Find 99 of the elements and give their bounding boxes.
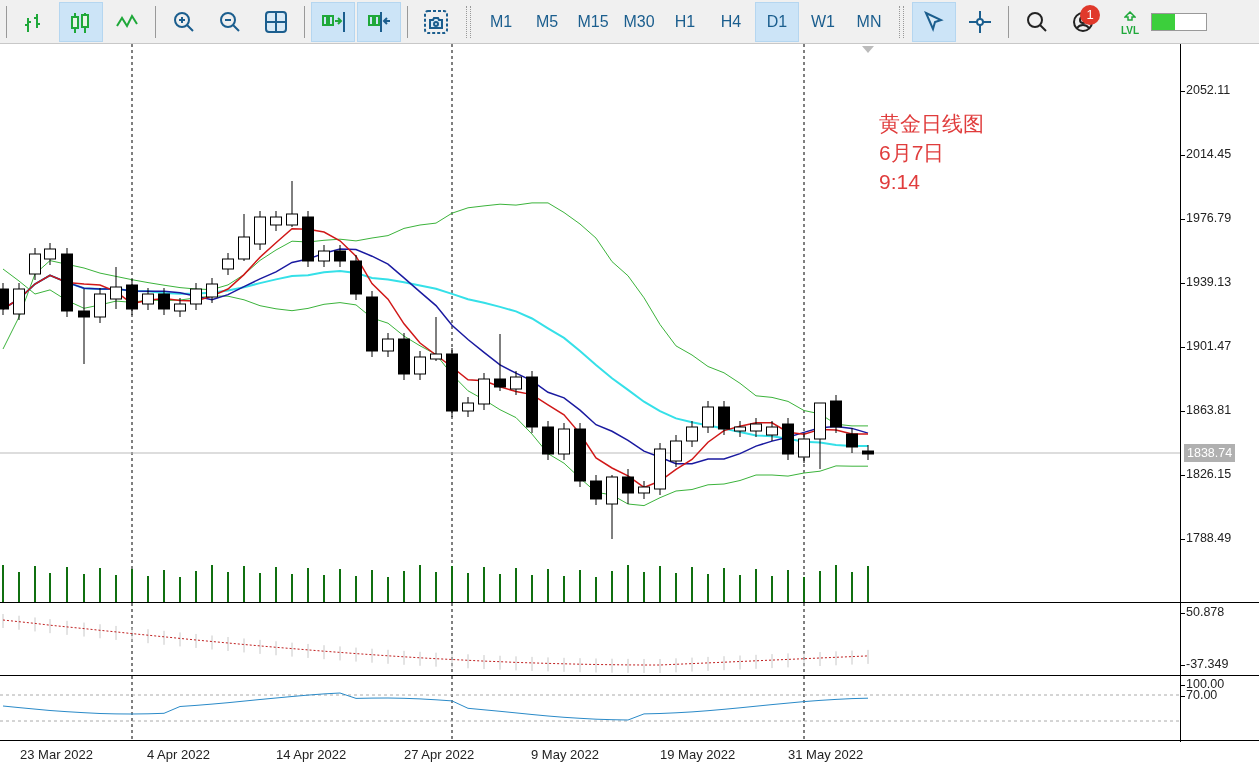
candlestick	[542, 420, 554, 461]
candlestick	[414, 350, 426, 381]
date-label: 27 Apr 2022	[404, 747, 475, 762]
candlestick	[44, 242, 56, 266]
timeframe-button[interactable]: M1	[479, 1, 523, 42]
axis-label: 1976.79	[1186, 211, 1232, 225]
axis-label: 1788.49	[1186, 531, 1232, 545]
timeframe-button[interactable]: MN	[847, 1, 891, 42]
axis-label: 50.878	[1186, 605, 1225, 619]
autoscroll-icon	[321, 9, 345, 34]
timeframe-button[interactable]: D1	[755, 1, 799, 42]
timeframe-button[interactable]: H4	[709, 1, 753, 42]
candlestick	[494, 333, 506, 392]
candlestick	[254, 210, 266, 251]
timeframe-button[interactable]: W1	[801, 1, 845, 42]
candlestick	[670, 434, 682, 468]
candlestick	[702, 400, 714, 434]
candlestick	[558, 422, 570, 461]
candlestick	[94, 287, 106, 324]
level-label: LVL	[1121, 25, 1140, 36]
candlestick	[462, 396, 474, 418]
grid-icon	[264, 9, 288, 34]
timeframe-button[interactable]: H1	[663, 1, 707, 42]
candlestick	[174, 297, 186, 318]
candlestick	[830, 394, 842, 434]
candlestick	[574, 422, 586, 488]
axis-label: 1901.47	[1186, 339, 1232, 353]
candlestick	[814, 402, 826, 470]
chart-annotation: 黄金日线图 6月7日 9:14	[879, 111, 984, 195]
axis-label: 2052.11	[1186, 83, 1231, 97]
candlestick	[510, 370, 522, 396]
candlestick	[222, 252, 234, 276]
date-label: 4 Apr 2022	[147, 747, 210, 762]
date-label: 23 Mar 2022	[20, 747, 93, 762]
candlestick	[350, 254, 362, 301]
axis-label: 1939.13	[1186, 275, 1232, 289]
zoom-out-icon	[218, 9, 242, 34]
candlestick	[13, 282, 25, 321]
axis-label: 70.00	[1186, 688, 1218, 702]
candlestick-button[interactable]	[59, 1, 103, 42]
axis-label: 100.00	[1186, 677, 1225, 691]
notification-badge: 1	[1080, 4, 1100, 25]
autoscroll-button[interactable]	[311, 1, 355, 42]
candlestick	[190, 282, 202, 311]
date-label: 19 May 2022	[660, 747, 736, 762]
cursor-button[interactable]	[912, 1, 956, 42]
cursor-icon	[922, 9, 946, 34]
candlestick	[158, 287, 170, 316]
candlestick	[302, 210, 314, 268]
date-label: 9 May 2022	[531, 747, 599, 762]
date-label: 31 May 2022	[788, 747, 864, 762]
candlestick	[718, 400, 730, 436]
timeframe-button[interactable]: M15	[571, 1, 615, 42]
camera-icon	[424, 9, 448, 34]
search-icon	[1025, 9, 1049, 34]
candlestick	[478, 372, 490, 411]
candlestick	[206, 277, 218, 304]
candlestick	[766, 420, 778, 442]
chart-shift-icon	[367, 9, 391, 34]
chart-shift-button[interactable]	[357, 1, 401, 42]
crosshair-icon	[968, 9, 992, 34]
candlestick	[862, 444, 874, 461]
candlestick	[782, 417, 794, 461]
zoom-in-icon	[172, 9, 196, 34]
candlestick	[366, 290, 378, 358]
candlestick	[0, 282, 9, 316]
date-label: 14 Apr 2022	[276, 747, 347, 762]
candlestick	[590, 474, 602, 506]
candlestick	[606, 474, 618, 540]
candlestick	[846, 427, 858, 454]
candlestick	[638, 480, 650, 500]
timeframe-button[interactable]: M30	[617, 1, 661, 42]
candlestick	[382, 332, 394, 358]
candlestick	[270, 210, 282, 232]
shift-marker-icon[interactable]	[862, 46, 874, 53]
candlestick	[654, 442, 666, 496]
axis-label: 1826.15	[1186, 467, 1232, 481]
level-meter	[1151, 12, 1208, 31]
axis-label: 2014.45	[1186, 147, 1232, 161]
candlestick	[286, 180, 298, 228]
candlestick	[29, 247, 41, 281]
candlestick	[318, 244, 330, 268]
timeframe-button[interactable]: M5	[525, 1, 569, 42]
candlestick	[430, 316, 442, 362]
candlestick	[110, 266, 122, 310]
candlestick	[238, 213, 250, 262]
axis-label: -37.349	[1186, 657, 1229, 671]
candlestick	[750, 417, 762, 438]
candlestick	[61, 247, 73, 318]
candlestick	[734, 420, 746, 438]
candlestick	[334, 244, 346, 268]
candlestick	[622, 468, 634, 505]
axis-label: 1863.81	[1186, 403, 1232, 417]
candlestick	[686, 420, 698, 448]
account-button[interactable]: 1	[1061, 1, 1105, 42]
current-price-label: 1838.74	[1184, 444, 1236, 462]
candlestick	[398, 332, 410, 381]
candlestick	[142, 287, 154, 311]
candlestick	[526, 370, 538, 434]
